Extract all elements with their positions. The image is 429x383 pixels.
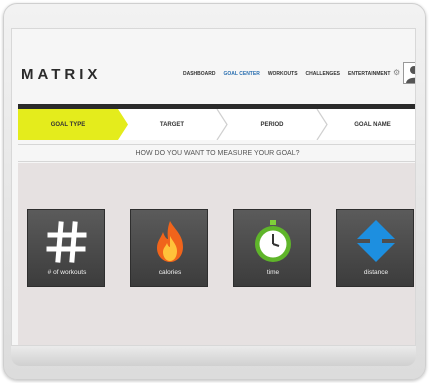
step-target[interactable]: TARGET: [128, 109, 216, 140]
flame-icon: [157, 221, 183, 262]
frame-bottom: [11, 346, 416, 366]
step-goal-name[interactable]: GOAL NAME: [328, 109, 415, 140]
avatar[interactable]: [403, 62, 415, 84]
nav-item-goal-center[interactable]: GOAL CENTER: [224, 71, 260, 77]
up-down-arrows-icon: [357, 220, 395, 262]
nav-item-workouts[interactable]: WORKOUTS: [268, 71, 298, 77]
app-screen: MATRIX DASHBOARD GOAL CENTER WORKOUTS CH…: [11, 28, 416, 346]
step-separator: [316, 109, 328, 140]
goal-steps: GOAL TYPE TARGET PERIOD GOAL NAME: [18, 109, 415, 140]
option-label: time: [266, 269, 280, 276]
option-label: calories: [158, 269, 182, 276]
step-period[interactable]: PERIOD: [228, 109, 316, 140]
stopwatch-icon: [255, 220, 291, 262]
header: MATRIX DASHBOARD GOAL CENTER WORKOUTS CH…: [12, 29, 415, 109]
option-tile-calories[interactable]: calories: [130, 209, 208, 287]
option-tile-distance[interactable]: distance: [336, 209, 414, 287]
nav-item-entertainment[interactable]: ENTERTAINMENT: [348, 71, 390, 77]
brand-logo: MATRIX: [21, 66, 102, 83]
option-label: distance: [363, 269, 389, 276]
step-goal-type[interactable]: GOAL TYPE: [18, 109, 118, 140]
option-label: # of workouts: [47, 269, 87, 276]
user-silhouette-icon: [406, 66, 415, 83]
option-tile-workouts[interactable]: # of workouts: [27, 209, 105, 287]
step-separator: [216, 109, 228, 140]
nav-item-dashboard[interactable]: DASHBOARD: [183, 71, 216, 77]
measure-question: HOW DO YOU WANT TO MEASURE YOUR GOAL?: [18, 144, 415, 162]
nav-item-challenges[interactable]: CHALLENGES: [306, 71, 340, 77]
hash-icon: [46, 221, 87, 263]
settings-gear-icon[interactable]: ⚙: [393, 69, 401, 77]
top-nav: DASHBOARD GOAL CENTER WORKOUTS CHALLENGE…: [183, 71, 390, 77]
option-tile-time[interactable]: time: [233, 209, 311, 287]
